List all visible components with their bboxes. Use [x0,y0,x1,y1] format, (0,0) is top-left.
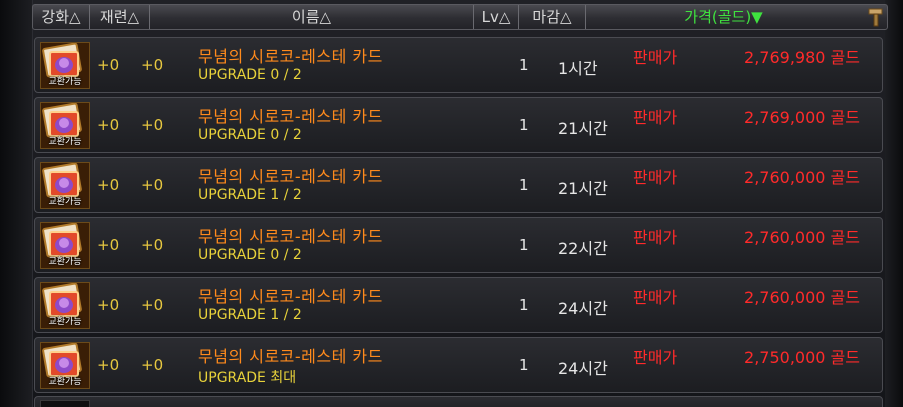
header-price-label: 가격(골드)▼ [684,8,763,26]
header-deadline[interactable]: 마감△ [519,5,586,29]
level-value: 1 [519,296,529,314]
auction-list-panel: 강화△ 재련△ 이름△ Lv△ 마감△ 가격(골드)▼ 교환가능 +0 +0 무… [0,0,903,407]
upgrade-status: UPGRADE 1 / 2 [198,307,302,323]
tradable-label: 교환가능 [48,317,82,327]
table-row[interactable]: 교환가능 +0 +0 무념의 시로코-레스테 카드 UPGRADE 0 / 2 … [34,37,883,93]
upgrade-status: UPGRADE 0 / 2 [198,127,302,143]
sort-triangle-icon: △ [319,8,332,26]
sale-price-label: 판매가 [633,108,678,127]
time-remaining: 24시간 [558,299,608,318]
table-row[interactable]: 교환가능 +0 +0 무념의 시로코-레스테 카드 UPGRADE 0 / 2 … [34,217,883,273]
hammer-icon[interactable] [867,7,885,27]
price-value: 2,750,000 골드 [744,348,860,367]
table-row[interactable]: 교환가능 +0 +0 무념의 시로코-레스테 카드 UPGRADE 최대 1 2… [34,337,883,393]
header-lv[interactable]: Lv△ [474,5,519,29]
table-row[interactable]: 교환가능 +0 +0 무념의 시로코-레스테 카드 UPGRADE 0 / 2 … [34,97,883,153]
level-value: 1 [519,356,529,374]
sale-price-label: 판매가 [633,228,678,247]
price-value: 2,760,000 골드 [744,288,860,307]
price-value: 2,769,000 골드 [744,108,860,127]
left-border [0,0,33,407]
sort-triangle-icon: △ [560,8,572,26]
level-value: 1 [519,56,529,74]
table-row[interactable]: 교환가능 +0 +0 무념의 시로코-레스테 카드 UPGRADE 1 / 2 … [34,277,883,333]
time-remaining: 21시간 [558,179,608,198]
reinforce-value: +0 [97,356,120,374]
header-reinforce-label: 강화 [41,8,70,26]
price-value: 2,760,000 골드 [744,168,860,187]
tradable-label: 교환가능 [48,197,82,207]
upgrade-status: UPGRADE 최대 [198,370,297,386]
item-name: 무념의 시로코-레스테 카드 [198,107,383,126]
header-name[interactable]: 이름△ [150,5,474,29]
sale-price-label: 판매가 [633,348,678,367]
right-border [885,0,903,407]
upgrade-status: UPGRADE 1 / 2 [198,187,302,203]
tradable-label: 교환가능 [48,77,82,87]
refine-value: +0 [141,356,164,374]
item-card-thumbnail: 교환가능 [40,42,90,89]
upgrade-status: UPGRADE 0 / 2 [198,247,302,263]
item-name: 무념의 시로코-레스테 카드 [198,227,383,246]
level-value: 1 [519,176,529,194]
sort-triangle-icon: △ [127,8,140,26]
reinforce-value: +0 [97,296,120,314]
header-name-label: 이름 [291,8,320,26]
item-name: 무념의 시로코-레스테 카드 [198,347,383,366]
item-name: 무념의 시로코-레스테 카드 [198,287,383,306]
sale-price-label: 판매가 [633,288,678,307]
item-card-thumbnail: 교환가능 [40,222,90,269]
item-name: 무념의 시로코-레스테 카드 [198,47,383,66]
tradable-label: 교환가능 [48,377,82,387]
item-card-thumbnail: 교환가능 [40,162,90,209]
reinforce-value: +0 [97,236,120,254]
header-lv-label: Lv [481,8,499,26]
sort-triangle-icon: △ [498,8,511,26]
upgrade-status: UPGRADE 0 / 2 [198,67,302,83]
item-card-thumbnail: 교환가능 [40,102,90,149]
time-remaining: 1시간 [558,59,598,78]
level-value: 1 [519,236,529,254]
header-refine-label: 재련 [99,8,128,26]
price-value: 2,769,980 골드 [744,48,860,67]
table-row-partial[interactable] [34,396,883,407]
column-header: 강화△ 재련△ 이름△ Lv△ 마감△ 가격(골드)▼ [32,4,888,30]
sale-price-label: 판매가 [633,48,678,67]
header-price[interactable]: 가격(골드)▼ [586,5,861,29]
item-card-thumbnail: 교환가능 [40,282,90,329]
time-remaining: 21시간 [558,119,608,138]
header-deadline-label: 마감 [532,8,561,26]
refine-value: +0 [141,56,164,74]
level-value: 1 [519,116,529,134]
time-remaining: 24시간 [558,359,608,378]
sort-triangle-icon: △ [69,8,81,26]
reinforce-value: +0 [97,116,120,134]
refine-value: +0 [141,176,164,194]
time-remaining: 22시간 [558,239,608,258]
header-refine[interactable]: 재련△ [90,5,150,29]
price-value: 2,760,000 골드 [744,228,860,247]
refine-value: +0 [141,116,164,134]
item-thumbnail [40,400,90,407]
reinforce-value: +0 [97,56,120,74]
header-reinforce[interactable]: 강화△ [33,5,90,29]
item-card-thumbnail: 교환가능 [40,342,90,389]
tradable-label: 교환가능 [48,137,82,147]
item-name: 무념의 시로코-레스테 카드 [198,167,383,186]
sale-price-label: 판매가 [633,168,678,187]
tradable-label: 교환가능 [48,257,82,267]
table-row[interactable]: 교환가능 +0 +0 무념의 시로코-레스테 카드 UPGRADE 1 / 2 … [34,157,883,213]
refine-value: +0 [141,236,164,254]
refine-value: +0 [141,296,164,314]
reinforce-value: +0 [97,176,120,194]
